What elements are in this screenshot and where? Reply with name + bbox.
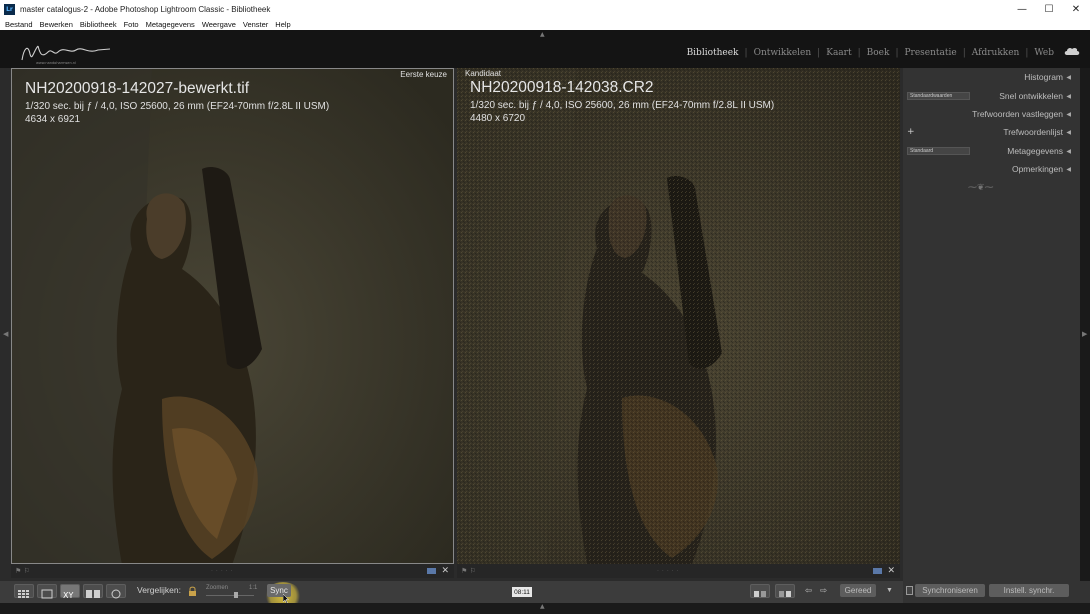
module-ontwikkelen[interactable]: Ontwikkelen: [748, 48, 818, 58]
collapse-triangle-icon[interactable]: ◀: [1066, 74, 1071, 81]
module-afdrukken[interactable]: Afdrukken: [966, 48, 1026, 58]
zoom-label: Zoomen: [206, 585, 229, 591]
previous-photo-icon[interactable]: ⇦: [805, 585, 812, 596]
menu-item-bibliotheek[interactable]: Bibliotheek: [80, 20, 117, 29]
compare-view-icon[interactable]: XY: [60, 584, 80, 600]
collapse-triangle-icon[interactable]: ◀: [1066, 111, 1071, 118]
menu-item-bewerken[interactable]: Bewerken: [40, 20, 73, 29]
people-view-icon[interactable]: [106, 584, 126, 599]
collapse-top-panel-icon[interactable]: ▲: [540, 31, 545, 38]
module-web[interactable]: Web: [1028, 48, 1060, 58]
expand-left-panel-icon[interactable]: ◀: [3, 330, 8, 338]
panel-histogram[interactable]: Histogram ◀: [903, 69, 1073, 85]
select-filename: NH20200918-142027-bewerkt.tif: [25, 80, 250, 97]
time-badge: 08:11: [512, 587, 532, 597]
make-select-icon[interactable]: [775, 584, 795, 598]
minimize-icon[interactable]: —: [1008, 0, 1036, 18]
sync-toggle-icon[interactable]: [906, 586, 913, 595]
select-dimensions: 4634 x 6921: [25, 114, 81, 125]
candidate-tag: Kandidaat: [465, 69, 502, 78]
collapse-triangle-icon[interactable]: ◀: [1066, 93, 1071, 100]
zoom-slider[interactable]: [206, 595, 254, 596]
select-tag: Eerste keuze: [400, 70, 447, 79]
candidate-filename: NH20200918-142038.CR2: [470, 79, 654, 96]
module-kaart[interactable]: Kaart: [820, 48, 857, 58]
close-select-icon[interactable]: ✕: [441, 566, 449, 576]
rating-stars[interactable]: ·····: [657, 568, 682, 575]
compare-pane-select[interactable]: Eerste keuze NH20200918-142027-bewerkt.t…: [11, 68, 454, 564]
zoom-slider-handle[interactable]: [234, 592, 238, 598]
zoom-value: 1:1: [249, 585, 258, 591]
menu-item-metagegevens[interactable]: Metagegevens: [146, 20, 195, 29]
select-photo-statue: [12, 69, 453, 563]
menu-item-help[interactable]: Help: [275, 20, 290, 29]
window-titlebar: Lr master catalogus-2 - Adobe Photoshop …: [0, 0, 1090, 18]
survey-view-icon[interactable]: [83, 584, 103, 598]
lock-icon[interactable]: [188, 586, 197, 597]
label-color-icon[interactable]: [427, 568, 436, 574]
toolbar-options-icon[interactable]: ▼: [886, 587, 893, 594]
swap-icon[interactable]: [750, 584, 770, 598]
collapse-triangle-icon[interactable]: ◀: [1066, 148, 1071, 155]
filmstrip-collapsed-bar: [0, 603, 1090, 614]
expand-right-edge-icon[interactable]: ▶: [1082, 330, 1087, 338]
menu-item-bestand[interactable]: Bestand: [5, 20, 33, 29]
label-color-icon[interactable]: [873, 568, 882, 574]
candidate-dimensions: 4480 x 6720: [470, 113, 526, 124]
module-boek[interactable]: Boek: [861, 48, 896, 58]
menu-item-weergave[interactable]: Weergave: [202, 20, 236, 29]
loupe-view-icon[interactable]: [37, 584, 57, 599]
menu-item-foto[interactable]: Foto: [124, 20, 139, 29]
panel-metadata[interactable]: Metagegevens ◀: [903, 143, 1073, 159]
close-window-icon[interactable]: ✕: [1062, 0, 1090, 18]
menu-item-venster[interactable]: Venster: [243, 20, 268, 29]
next-photo-icon[interactable]: ⇨: [820, 585, 827, 596]
collapse-triangle-icon[interactable]: ◀: [1066, 129, 1071, 136]
module-bibliotheek[interactable]: Bibliotheek: [681, 48, 745, 58]
panel-quick-develop[interactable]: Snel ontwikkelen ◀: [903, 88, 1073, 104]
collapse-triangle-icon[interactable]: ◀: [1066, 166, 1071, 173]
window-title: master catalogus-2 - Adobe Photoshop Lig…: [20, 4, 271, 14]
sync-settings-button[interactable]: Instell. synchr.: [989, 584, 1069, 597]
rating-stars[interactable]: ·····: [211, 568, 236, 575]
panel-comments[interactable]: Opmerkingen ◀: [903, 161, 1073, 177]
candidate-exif: 1/320 sec. bij ƒ / 4,0, ISO 25600, 26 mm…: [470, 100, 775, 111]
candidate-photo-statue: [457, 68, 900, 564]
identity-plate-signature-logo: www.nandoharmsen.nl: [21, 45, 111, 65]
svg-text:www.nandoharmsen.nl: www.nandoharmsen.nl: [36, 61, 76, 65]
module-presentatie[interactable]: Presentatie: [899, 48, 963, 58]
maximize-icon[interactable]: ☐: [1035, 0, 1063, 18]
flag-icon[interactable]: ⚑ ⚐: [15, 567, 30, 575]
module-picker: Bibliotheek | Ontwikkelen | Kaart | Boek…: [681, 48, 1060, 58]
select-exif: 1/320 sec. bij ƒ / 4,0, ISO 25600, 26 mm…: [25, 101, 330, 112]
svg-text:XY: XY: [63, 591, 73, 600]
lightroom-app-icon: Lr: [4, 3, 15, 15]
panel-end-ornament-icon: ⁓❦⁓: [968, 183, 994, 193]
candidate-pane-footer: ⚑ ⚐ ····· ✕: [457, 564, 900, 578]
cloud-sync-icon[interactable]: [1064, 46, 1080, 56]
synchronize-button[interactable]: Synchroniseren: [915, 584, 985, 597]
menu-bar: Bestand Bewerken Bibliotheek Foto Metage…: [0, 18, 1090, 30]
grid-view-icon[interactable]: [14, 584, 34, 598]
compare-pane-candidate[interactable]: Kandidaat NH20200918-142038.CR2 1/320 se…: [457, 68, 900, 564]
panel-keywording[interactable]: Trefwoorden vastleggen ◀: [903, 106, 1073, 122]
close-candidate-icon[interactable]: ✕: [887, 566, 895, 576]
panel-keyword-list[interactable]: Trefwoordenlijst ◀: [903, 124, 1073, 140]
flag-icon[interactable]: ⚑ ⚐: [461, 567, 476, 575]
done-button[interactable]: Gereed: [840, 584, 876, 597]
select-pane-footer: ⚑ ⚐ ····· ✕: [11, 564, 454, 578]
compare-label: Vergelijken:: [137, 585, 181, 595]
expand-filmstrip-icon[interactable]: ▲: [540, 603, 545, 610]
